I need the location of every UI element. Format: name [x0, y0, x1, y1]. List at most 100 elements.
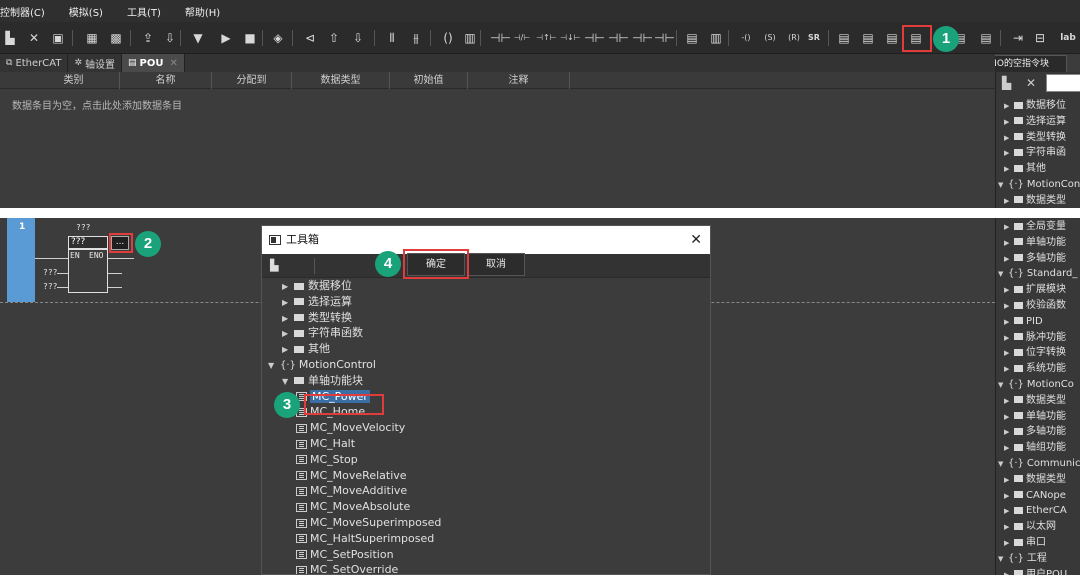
- coil-icon[interactable]: (): [440, 30, 456, 46]
- tree-item-function-block[interactable]: MC_SetPosition: [296, 547, 394, 563]
- upload-icon[interactable]: ⇪: [140, 30, 156, 46]
- coil-r-icon[interactable]: (R): [784, 30, 804, 46]
- chevron-right-icon[interactable]: ▶: [1004, 130, 1014, 146]
- cancel-button[interactable]: 取消: [467, 253, 525, 276]
- chevron-right-icon[interactable]: ▶: [1004, 361, 1014, 377]
- input-1-label[interactable]: ???: [43, 268, 57, 277]
- chevron-right-icon[interactable]: ▶: [1004, 440, 1014, 456]
- chevron-down-icon[interactable]: ▼: [998, 377, 1008, 393]
- chevron-right-icon[interactable]: ▶: [282, 295, 294, 311]
- tree-item-function-block[interactable]: MC_Stop: [296, 452, 358, 468]
- chevron-down-icon[interactable]: ▼: [998, 456, 1008, 472]
- chevron-right-icon[interactable]: ▶: [1004, 193, 1014, 208]
- function-block[interactable]: EN ENO: [68, 249, 108, 293]
- chevron-right-icon[interactable]: ▶: [282, 326, 294, 342]
- lab-icon[interactable]: lab: [1058, 30, 1078, 46]
- tree-item-folder[interactable]: ▶ 数据移位: [1004, 98, 1066, 114]
- coil-o-icon[interactable]: -(): [736, 30, 756, 46]
- rung-gutter[interactable]: 1: [7, 218, 35, 302]
- close-icon[interactable]: ✕: [690, 230, 702, 250]
- parallel-icon[interactable]: ⫴: [384, 30, 400, 46]
- column-comment[interactable]: 注释: [468, 72, 570, 89]
- tree-item-folder[interactable]: ▶ 轴组功能: [1004, 440, 1066, 456]
- tree-item-folder[interactable]: ▶ 脉冲功能: [1004, 330, 1066, 346]
- chevron-right-icon[interactable]: ▶: [1004, 98, 1014, 114]
- arrow-up-icon[interactable]: ⇧: [326, 30, 342, 46]
- chevron-right-icon[interactable]: ▶: [1004, 409, 1014, 425]
- tree-item-folder[interactable]: ▶ 字符串函数: [282, 325, 363, 341]
- chevron-down-icon[interactable]: ▼: [998, 266, 1008, 282]
- tree-item-function-block[interactable]: MC_MoveAdditive: [296, 483, 407, 499]
- contact-c-icon[interactable]: ⊣⊢: [654, 30, 675, 46]
- chevron-right-icon[interactable]: ▶: [1004, 314, 1014, 330]
- chevron-right-icon[interactable]: ▶: [282, 311, 294, 327]
- sr-icon[interactable]: SR: [806, 30, 822, 46]
- run-icon[interactable]: ▶: [218, 30, 234, 46]
- diamond-icon[interactable]: ◈: [270, 30, 286, 46]
- close-icon[interactable]: ✕: [1026, 76, 1036, 90]
- tree-item-folder[interactable]: ▶ 多轴功能: [1004, 424, 1066, 440]
- tree-item-folder[interactable]: ▶ 校验函数: [1004, 298, 1066, 314]
- tree-item-folder[interactable]: ▶ 单轴功能: [1004, 235, 1066, 251]
- tree-item-function-block[interactable]: MC_Halt: [296, 436, 355, 452]
- fb5-icon[interactable]: ▤: [978, 30, 994, 46]
- delete-icon[interactable]: ✕: [26, 30, 42, 46]
- tree-item-library[interactable]: ▼ {·} MotionCo: [998, 377, 1074, 393]
- chevron-right-icon[interactable]: ▶: [1004, 251, 1014, 267]
- chevron-down-icon[interactable]: ▼: [998, 551, 1008, 567]
- tree-item-folder[interactable]: ▶ PID: [1004, 314, 1043, 330]
- chevron-right-icon[interactable]: ▶: [1004, 424, 1014, 440]
- chevron-right-icon[interactable]: ▶: [1004, 393, 1014, 409]
- tree-item-folder[interactable]: ▶ 位字转换: [1004, 345, 1066, 361]
- fb3-icon[interactable]: ▤: [884, 30, 900, 46]
- stop-icon[interactable]: ■: [242, 30, 258, 46]
- coil-s-icon[interactable]: (S): [760, 30, 780, 46]
- fb-icon[interactable]: ▤: [836, 30, 852, 46]
- insert-left-icon[interactable]: ⊲: [302, 30, 318, 46]
- contact-x-icon[interactable]: ⊣⊢: [584, 30, 605, 46]
- chevron-right-icon[interactable]: ▶: [1004, 330, 1014, 346]
- column-category[interactable]: 类别: [28, 72, 120, 89]
- contact-nc-icon[interactable]: ⊣/⊢: [512, 30, 532, 46]
- column-name[interactable]: 名称: [120, 72, 212, 89]
- tree-item-folder[interactable]: ▶ 数据类型: [1004, 193, 1066, 208]
- contact-p-icon[interactable]: ⊣↑⊢: [536, 30, 557, 46]
- tree-item-library[interactable]: ▼ {·} Standard_: [998, 266, 1077, 282]
- chevron-down-icon[interactable]: ▼: [268, 358, 280, 374]
- box2-icon[interactable]: ▥: [708, 30, 724, 46]
- fb-name-field[interactable]: ???: [68, 236, 108, 249]
- tree-item-folder[interactable]: ▶ 数据类型: [1004, 393, 1066, 409]
- label-icon[interactable]: ⊟: [1032, 30, 1048, 46]
- tree-item-folder[interactable]: ▶ 其他: [1004, 161, 1046, 177]
- toolbox-search-input[interactable]: [1046, 74, 1080, 92]
- tree-item-function-block[interactable]: MC_HaltSuperimposed: [296, 531, 434, 547]
- grid-icon[interactable]: ▦: [84, 30, 100, 46]
- contact-n-icon[interactable]: ⊣↓⊢: [560, 30, 581, 46]
- chevron-right-icon[interactable]: ▶: [1004, 219, 1014, 235]
- toolbox-filter-icon[interactable]: ▙: [1002, 76, 1011, 90]
- tree-item-function-block[interactable]: MC_MoveRelative: [296, 468, 407, 484]
- network-icon[interactable]: ▥: [462, 30, 478, 46]
- grid2-icon[interactable]: ▩: [108, 30, 124, 46]
- empty-table-message[interactable]: 数据条目为空，点击此处添加数据条目: [12, 97, 182, 112]
- tree-item-folder[interactable]: ▼ 单轴功能块: [282, 373, 363, 389]
- tree-item-folder[interactable]: ▶ 选择运算: [1004, 114, 1066, 130]
- chevron-right-icon[interactable]: ▶: [1004, 519, 1014, 535]
- tree-item-function-block[interactable]: MC_MoveAbsolute: [296, 499, 410, 515]
- menu-help[interactable]: 帮助(H): [185, 4, 220, 19]
- tree-item-folder[interactable]: ▶ 全局变量: [1004, 219, 1066, 235]
- contact-no-icon[interactable]: ⊣⊢: [490, 30, 511, 46]
- column-assigned-to[interactable]: 分配到: [212, 72, 292, 89]
- tree-item-folder[interactable]: ▶ 类型转换: [1004, 130, 1066, 146]
- filter-icon[interactable]: ▼: [190, 30, 206, 46]
- more-button[interactable]: ...: [111, 236, 129, 250]
- menu-simulate[interactable]: 模拟(S): [69, 4, 103, 19]
- tree-item-function-block[interactable]: MC_SetOverride: [296, 562, 398, 574]
- download-icon[interactable]: ⇩: [162, 30, 178, 46]
- chevron-right-icon[interactable]: ▶: [1004, 161, 1014, 177]
- tree-item-folder[interactable]: ▶ 字符串函: [1004, 145, 1066, 161]
- tree-item-library[interactable]: ▼ {·} MotionControl: [268, 357, 376, 373]
- close-icon[interactable]: ✕: [169, 58, 177, 69]
- tab-axis-settings[interactable]: ✲ 轴设置: [68, 54, 122, 72]
- tab-ethercat[interactable]: ⧉ EtherCAT: [0, 54, 69, 72]
